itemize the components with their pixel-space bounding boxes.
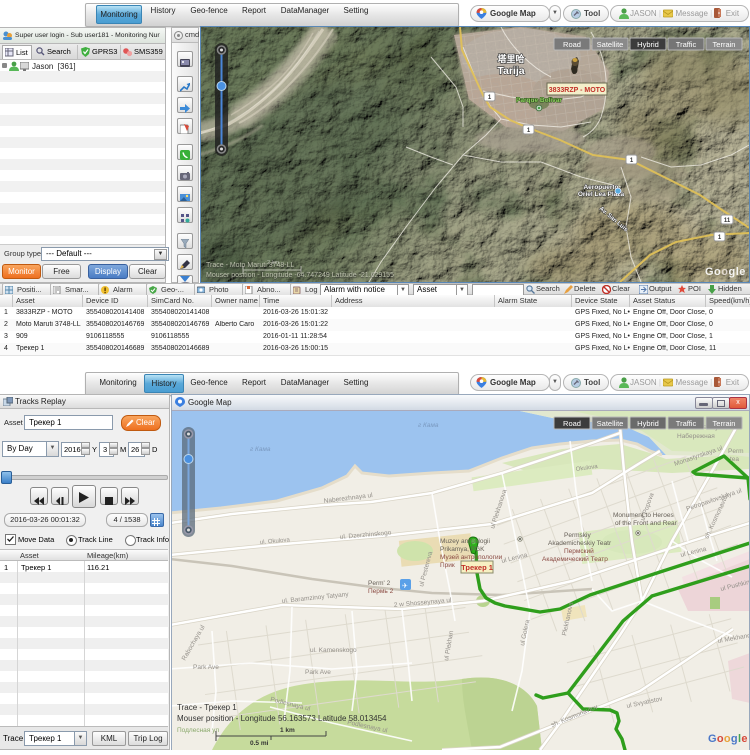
- svg-text:塔里哈: 塔里哈: [497, 53, 524, 64]
- svg-text:г Кама: г Кама: [418, 422, 439, 429]
- svg-text:Permskiy: Permskiy: [564, 532, 591, 539]
- svg-text:of the Front and Rear: of the Front and Rear: [615, 520, 678, 527]
- svg-text:Park Ave: Park Ave: [193, 664, 219, 671]
- svg-text:tea: tea: [730, 456, 739, 463]
- svg-text:Mouser position - Longitude -6: Mouser position - Longitude -64.747249 L…: [206, 272, 394, 279]
- svg-text:Пермский: Пермский: [564, 547, 594, 555]
- svg-text:Traffic: Traffic: [676, 419, 697, 428]
- svg-text:Aeropuerto: Aeropuerto: [583, 184, 618, 191]
- svg-text:3833RZP - MOTO: 3833RZP - MOTO: [549, 87, 606, 94]
- svg-text:Prikamya, PGK: Prikamya, PGK: [440, 546, 485, 553]
- svg-text:Музей антропологии: Музей антропологии: [440, 553, 503, 561]
- svg-text:2 km: 2 km: [267, 260, 279, 266]
- svg-text:Google: Google: [708, 733, 748, 745]
- svg-text:Park Ave: Park Ave: [305, 669, 331, 676]
- svg-text:Пермь 2: Пермь 2: [368, 588, 394, 595]
- svg-text:Trace - Moto Maruti 3748-LL: Trace - Moto Maruti 3748-LL: [206, 262, 295, 269]
- svg-text:Monument to Heroes: Monument to Heroes: [613, 512, 674, 519]
- svg-text:Mouser position - Longitude 56: Mouser position - Longitude 56.163573 La…: [177, 714, 387, 723]
- svg-text:Perm: Perm: [728, 448, 744, 455]
- svg-text:Akademicheskiy Teatr: Akademicheskiy Teatr: [548, 540, 612, 547]
- svg-text:Hybrid: Hybrid: [637, 419, 659, 428]
- svg-text:Perm' 2: Perm' 2: [368, 580, 391, 587]
- svg-text:Satellite: Satellite: [597, 40, 624, 49]
- svg-text:0.5 mi: 0.5 mi: [250, 740, 269, 747]
- svg-text:Traffic: Traffic: [676, 40, 697, 49]
- svg-text:г Кама: г Кама: [250, 446, 271, 453]
- svg-text:Прик: Прик: [440, 562, 455, 569]
- svg-text:Hybrid: Hybrid: [637, 40, 659, 49]
- svg-text:Tarija: Tarija: [497, 65, 524, 77]
- svg-text:Трекер 1: Трекер 1: [461, 563, 493, 572]
- svg-text:Road: Road: [563, 419, 581, 428]
- svg-text:Muzey anтрologii: Muzey anтрologii: [440, 538, 490, 545]
- svg-text:11: 11: [724, 218, 731, 224]
- svg-text:Satellite: Satellite: [597, 419, 624, 428]
- svg-text:Подлесная ул: Подлесная ул: [177, 727, 219, 734]
- svg-text:1 km: 1 km: [280, 727, 295, 734]
- svg-text:Набережная: Набережная: [677, 432, 715, 440]
- svg-text:Road: Road: [563, 40, 581, 49]
- svg-text:ul. Kamenskogo: ul. Kamenskogo: [310, 647, 357, 654]
- svg-text:Академический Театр: Академический Театр: [542, 555, 608, 563]
- svg-text:Terrain: Terrain: [713, 40, 736, 49]
- svg-text:Trace - Трекер 1: Trace - Трекер 1: [177, 703, 237, 712]
- svg-text:Parque Bolivar: Parque Bolivar: [516, 97, 562, 104]
- svg-text:✈: ✈: [402, 583, 408, 590]
- svg-text:Terrain: Terrain: [713, 419, 736, 428]
- svg-text:Google: Google: [705, 266, 746, 278]
